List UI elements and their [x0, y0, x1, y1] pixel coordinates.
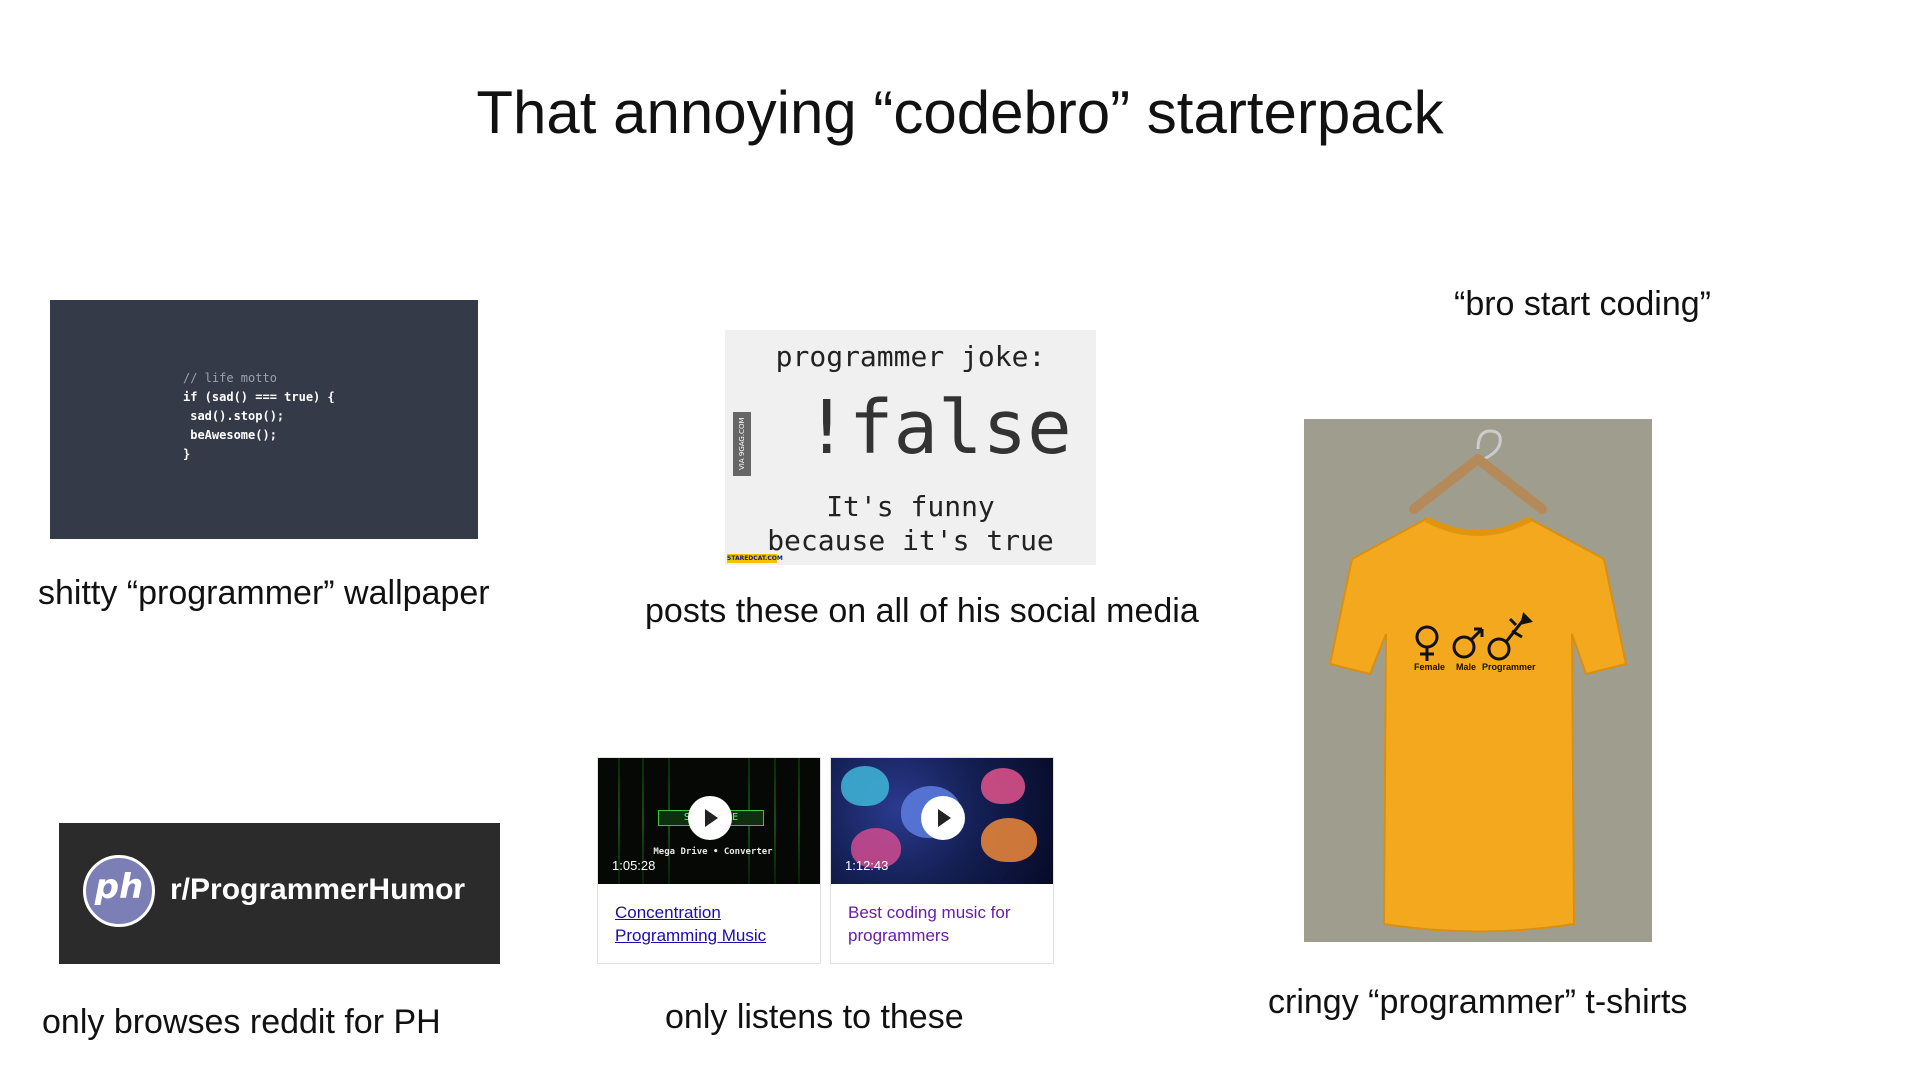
- joke-caption: posts these on all of his social media: [645, 592, 1199, 630]
- label-female: Female: [1414, 662, 1446, 672]
- joke-heading: programmer joke:: [775, 340, 1046, 373]
- video-thumbnail[interactable]: 1:12:43: [831, 758, 1053, 884]
- joke-punchline: !false: [804, 385, 1072, 471]
- programmer-wallpaper-image: // life motto if (sad() === true) { sad(…: [50, 300, 478, 539]
- video-title-link[interactable]: Best coding music for programmers: [848, 901, 1043, 947]
- reddit-banner: ph r/ProgrammerHumor: [59, 823, 500, 964]
- subreddit-name: r/ProgrammerHumor: [170, 873, 466, 906]
- video-card-concentration[interactable]: SYST LURE Mega Drive • Converter 1:05:28…: [597, 757, 821, 964]
- video-thumbnail[interactable]: SYST LURE Mega Drive • Converter 1:05:28: [598, 758, 820, 884]
- tshirt-image: Female Male Programmer: [1304, 419, 1652, 942]
- video-duration: 1:05:28: [612, 858, 656, 873]
- wallpaper-caption: shitty “programmer” wallpaper: [38, 574, 490, 612]
- joke-footer-line2: because it's true: [767, 524, 1054, 557]
- play-icon[interactable]: [688, 796, 732, 840]
- label-male: Male: [1456, 662, 1477, 672]
- programmerhumor-logo-icon: ph: [83, 855, 155, 927]
- joke-watermark: VIA 9GAG.COM: [733, 412, 751, 476]
- programmer-joke-image: programmer joke: VIA 9GAG.COM !false It'…: [725, 330, 1096, 565]
- wallpaper-code: // life motto if (sad() === true) { sad(…: [183, 369, 335, 464]
- video-card-coding-music[interactable]: 1:12:43 Best coding music for programmer…: [830, 757, 1054, 964]
- play-icon[interactable]: [921, 796, 965, 840]
- video-duration: 1:12:43: [845, 858, 889, 873]
- tshirt-body: [1328, 517, 1628, 933]
- page-title: That annoying “codebro” starterpack: [476, 79, 1444, 146]
- joke-stamp: STAREDCAT.COM: [727, 554, 783, 563]
- tshirt-graphic: [1328, 429, 1628, 933]
- joke-footer: It's funny because it's true: [725, 490, 1096, 558]
- tshirt-caption: cringy “programmer” t-shirts: [1268, 983, 1688, 1021]
- code-lines: if (sad() === true) { sad().stop(); beAw…: [183, 390, 335, 461]
- hanger-arm: [1409, 454, 1547, 514]
- tshirt-quote: “bro start coding”: [1454, 285, 1711, 323]
- videos-caption: only listens to these: [665, 998, 964, 1036]
- thumb-subtitle: Mega Drive • Converter: [653, 847, 773, 857]
- joke-footer-line1: It's funny: [826, 490, 995, 523]
- video-title-link[interactable]: Concentration Programming Music: [615, 901, 810, 947]
- reddit-caption: only browses reddit for PH: [42, 1003, 441, 1041]
- code-comment: // life motto: [183, 371, 277, 385]
- label-programmer: Programmer: [1482, 662, 1536, 672]
